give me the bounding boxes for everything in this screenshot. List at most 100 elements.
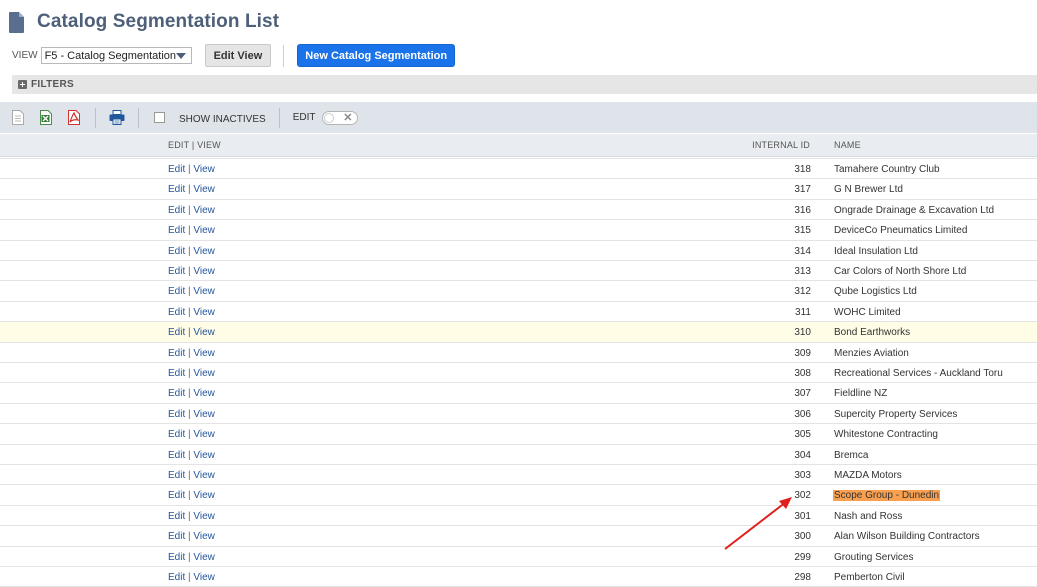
table-row[interactable]: Edit | View 313 Car Colors of North Shore … xyxy=(0,261,1037,282)
view-link[interactable]: View xyxy=(193,511,215,522)
edit-link[interactable]: Edit xyxy=(168,572,185,583)
name-cell: Ongrade Drainage & Excavation Ltd xyxy=(834,204,995,216)
new-catalog-segmentation-button[interactable]: New Catalog Segmentation xyxy=(297,44,456,67)
view-link[interactable]: View xyxy=(193,368,215,379)
table-row[interactable]: Edit | View 314 Ideal Insulation Ltd xyxy=(0,241,1037,261)
view-link[interactable]: View xyxy=(193,490,215,501)
export-pdf-icon[interactable] xyxy=(68,110,80,125)
filters-toggle[interactable]: FILTERS xyxy=(12,75,1037,94)
edit-link[interactable]: Edit xyxy=(168,388,185,399)
link-separator: | xyxy=(188,204,191,216)
edit-link[interactable]: Edit xyxy=(168,552,185,563)
edit-link[interactable]: Edit xyxy=(168,429,185,440)
edit-link[interactable]: Edit xyxy=(168,490,185,501)
view-link[interactable]: View xyxy=(193,470,215,481)
link-separator: | xyxy=(188,266,191,277)
row-actions: Edit | View xyxy=(168,388,215,399)
toolbar-divider xyxy=(278,107,280,128)
name-cell: Whitestone Contracting xyxy=(834,429,938,441)
table-row[interactable]: Edit | View 301 Nash and Ross xyxy=(0,506,1037,527)
name-cell: Tamahere Country Club xyxy=(834,164,940,175)
view-link[interactable]: View xyxy=(193,286,215,297)
view-link[interactable]: View xyxy=(193,348,215,359)
view-link[interactable]: View xyxy=(193,225,215,236)
edit-link[interactable]: Edit xyxy=(168,164,185,175)
edit-link[interactable]: Edit xyxy=(168,409,185,420)
view-link[interactable]: View xyxy=(193,164,215,175)
edit-link[interactable]: Edit xyxy=(168,266,185,277)
edit-link[interactable]: Edit xyxy=(168,348,185,359)
table-row[interactable]: Edit | View 307 Fieldline NZ xyxy=(0,383,1037,404)
view-link[interactable]: View xyxy=(193,205,215,216)
table-row[interactable]: Edit | View 302 Scope Group - Dunedin xyxy=(0,485,1037,506)
column-header-internal-id[interactable]: INTERNAL ID xyxy=(752,140,810,150)
edit-link[interactable]: Edit xyxy=(168,286,185,297)
view-bar: VIEW F5 - Catalog Segmentation Edit View… xyxy=(12,44,456,67)
internal-id-cell: 301 xyxy=(794,510,811,522)
internal-id-cell: 299 xyxy=(794,551,811,563)
column-header-name[interactable]: NAME xyxy=(834,140,861,150)
view-link[interactable]: View xyxy=(193,409,215,420)
link-separator: | xyxy=(188,531,191,543)
view-link[interactable]: View xyxy=(193,531,215,542)
edit-link[interactable]: Edit xyxy=(168,307,185,318)
view-label: VIEW xyxy=(12,50,38,61)
row-actions: Edit | View xyxy=(168,327,215,338)
edit-view-button[interactable]: Edit View xyxy=(204,44,272,67)
view-link[interactable]: View xyxy=(193,388,215,399)
view-link[interactable]: View xyxy=(193,266,215,277)
edit-link[interactable]: Edit xyxy=(168,368,185,379)
table-row[interactable]: Edit | View 305 Whitestone Contracting xyxy=(0,424,1037,445)
table-row[interactable]: Edit | View 312 Qube Logistics Ltd xyxy=(0,281,1037,302)
name-cell: WOHC Limited xyxy=(834,306,901,318)
edit-link[interactable]: Edit xyxy=(168,184,185,195)
table-row[interactable]: Edit | View 317 G N Brewer Ltd xyxy=(0,179,1037,200)
link-separator: | xyxy=(188,408,191,420)
table-row[interactable]: Edit | View 300 Alan Wilson Building Contr… xyxy=(0,526,1037,547)
close-icon: ✕ xyxy=(343,111,353,124)
view-link[interactable]: View xyxy=(193,246,215,257)
edit-link[interactable]: Edit xyxy=(168,470,185,481)
document-icon xyxy=(9,11,24,33)
internal-id-cell: 311 xyxy=(795,306,811,318)
table-row[interactable]: Edit | View 311 WOHC Limited xyxy=(0,302,1037,323)
view-link[interactable]: View xyxy=(193,552,215,563)
table-row[interactable]: Edit | View 303 MAZDA Motors xyxy=(0,465,1037,486)
edit-link[interactable]: Edit xyxy=(168,246,185,257)
table-row[interactable]: Edit | View 315 DeviceCo Pneumatics Limite… xyxy=(0,220,1037,241)
edit-link[interactable]: Edit xyxy=(168,205,185,216)
show-inactives-checkbox[interactable] xyxy=(154,112,165,123)
view-link[interactable]: View xyxy=(193,184,215,195)
link-separator: | xyxy=(188,184,191,196)
view-link[interactable]: View xyxy=(193,450,215,461)
row-actions: Edit | View xyxy=(168,470,215,481)
table-row[interactable]: Edit | View 318 Tamahere Country Club xyxy=(0,159,1037,180)
row-actions: Edit | View xyxy=(168,572,215,583)
page-header: Catalog Segmentation List xyxy=(9,9,279,35)
edit-link[interactable]: Edit xyxy=(168,450,185,461)
table-row[interactable]: Edit | View 299 Grouting Services xyxy=(0,547,1037,567)
table-row[interactable]: Edit | View 316 Ongrade Drainage & Excavat… xyxy=(0,200,1037,221)
list-toolbar: SHOW INACTIVES EDIT ✕ xyxy=(0,102,1037,133)
edit-link[interactable]: Edit xyxy=(168,327,185,338)
table-row[interactable]: Edit | View 308 Recreational Services - Au… xyxy=(0,363,1037,384)
table-row[interactable]: Edit | View 298 Pemberton Civil xyxy=(0,567,1037,587)
column-header-edit-view[interactable]: EDIT | VIEW xyxy=(168,140,221,150)
table-row[interactable]: Edit | View 306 Supercity Property Service… xyxy=(0,404,1037,425)
view-link[interactable]: View xyxy=(193,429,215,440)
edit-mode-toggle[interactable]: ✕ xyxy=(322,110,359,125)
table-row[interactable]: Edit | View 309 Menzies Aviation xyxy=(0,343,1037,363)
print-icon[interactable] xyxy=(109,110,125,125)
view-link[interactable]: View xyxy=(193,572,215,583)
export-csv-icon[interactable] xyxy=(12,110,24,125)
view-link[interactable]: View xyxy=(193,327,215,338)
export-excel-icon[interactable] xyxy=(40,110,52,125)
view-select[interactable]: F5 - Catalog Segmentation xyxy=(40,47,192,64)
edit-link[interactable]: Edit xyxy=(168,511,185,522)
view-link[interactable]: View xyxy=(193,307,215,318)
edit-link[interactable]: Edit xyxy=(168,531,185,542)
edit-link[interactable]: Edit xyxy=(168,225,185,236)
table-row[interactable]: Edit | View 304 Bremca xyxy=(0,445,1037,465)
table-row[interactable]: Edit | View 310 Bond Earthworks xyxy=(0,322,1037,343)
row-actions: Edit | View xyxy=(168,246,215,257)
